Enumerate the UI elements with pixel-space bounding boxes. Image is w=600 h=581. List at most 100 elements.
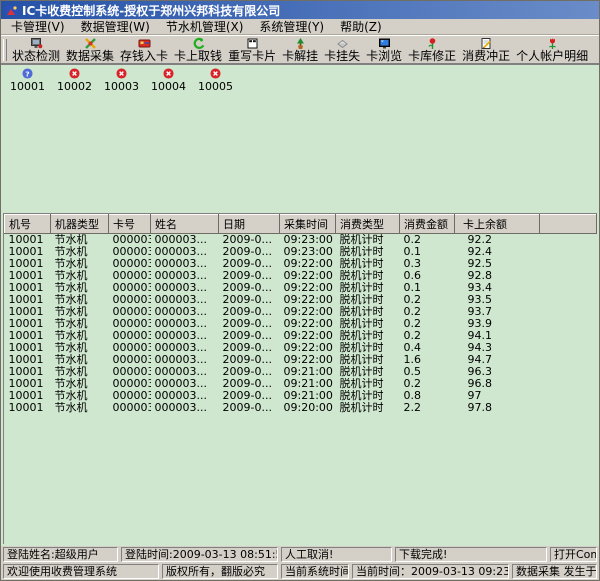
status-welcome: 欢迎使用收费管理系统	[3, 564, 159, 579]
withdraw-from-card-button[interactable]: 卡上取钱	[171, 37, 225, 63]
table-cell: 92.5	[455, 258, 540, 270]
column-header-machine-type[interactable]: 机器类型	[51, 215, 109, 234]
table-row[interactable]: 10001 节水机 000003 000003... 2009-0... 09:…	[5, 282, 597, 294]
machine-item-10004[interactable]: 10004	[145, 68, 192, 93]
table-row[interactable]: 10001 节水机 000003 000003... 2009-0... 09:…	[5, 354, 597, 366]
table-row[interactable]: 10001 节水机 000003 000003... 2009-0... 09:…	[5, 294, 597, 306]
table-cell: 000003...	[151, 234, 219, 247]
table-cell: 脱机计时	[336, 306, 400, 318]
menu-machine-management[interactable]: 节水机管理(X)	[158, 19, 252, 34]
table-cell: 09:21:00	[280, 366, 336, 378]
table-cell	[540, 366, 597, 378]
data-collect-button[interactable]: 数据采集	[63, 37, 117, 63]
table-cell: 2009-0...	[219, 234, 280, 247]
rewrite-card-button[interactable]: 重写卡片	[225, 37, 279, 63]
table-cell: 脱机计时	[336, 330, 400, 342]
table-cell: 节水机	[51, 246, 109, 258]
table-cell: 节水机	[51, 318, 109, 330]
personal-account-detail-button[interactable]: 个人帐户明细	[513, 37, 591, 63]
toolbar-button-label: 数据采集	[66, 50, 114, 63]
table-row[interactable]: 10001 节水机 000003 000003... 2009-0... 09:…	[5, 330, 597, 342]
table-cell: 10001	[5, 318, 51, 330]
toolbar-gripper[interactable]	[3, 39, 7, 61]
machine-id-label: 10002	[57, 80, 92, 93]
table-cell: 节水机	[51, 378, 109, 390]
menu-bar: 卡管理(V) 数据管理(W) 节水机管理(X) 系统管理(Y) 帮助(Z)	[1, 19, 599, 35]
column-header-name[interactable]: 姓名	[151, 215, 219, 234]
machine-item-10002[interactable]: 10002	[51, 68, 98, 93]
error-status-icon	[116, 68, 127, 79]
menu-help[interactable]: 帮助(Z)	[332, 19, 390, 34]
column-header-collect-time[interactable]: 采集时间	[280, 215, 336, 234]
deposit-to-card-button[interactable]: 存钱入卡	[117, 37, 171, 63]
table-cell: 节水机	[51, 270, 109, 282]
table-cell: 2009-0...	[219, 354, 280, 366]
column-header-machine-no[interactable]: 机号	[5, 215, 51, 234]
table-row[interactable]: 10001 节水机 000003 000003... 2009-0... 09:…	[5, 366, 597, 378]
card-db-fix-button[interactable]: 卡库修正	[405, 37, 459, 63]
table-cell: 09:22:00	[280, 342, 336, 354]
table-cell: 97	[455, 390, 540, 402]
table-cell: 节水机	[51, 330, 109, 342]
table-cell: 09:22:00	[280, 282, 336, 294]
table-cell: 2009-0...	[219, 318, 280, 330]
table-body: 10001 节水机 000003 000003... 2009-0... 09:…	[5, 234, 597, 415]
column-header-card-no[interactable]: 卡号	[109, 215, 151, 234]
table-row[interactable]: 10001 节水机 000003 000003... 2009-0... 09:…	[5, 234, 597, 247]
table-cell	[540, 390, 597, 402]
table-row[interactable]: 10001 节水机 000003 000003... 2009-0... 09:…	[5, 306, 597, 318]
card-browse-button[interactable]: 卡浏览	[363, 37, 405, 63]
machine-id-label: 10003	[104, 80, 139, 93]
table-cell: 09:20:00	[280, 402, 336, 414]
table-cell: 脱机计时	[336, 294, 400, 306]
machine-item-10001[interactable]: ? 10001	[4, 68, 51, 93]
machine-item-10005[interactable]: 10005	[192, 68, 239, 93]
menu-card-management[interactable]: 卡管理(V)	[3, 19, 73, 34]
table-cell: 脱机计时	[336, 234, 400, 247]
card-unfreeze-button[interactable]: 卡解挂	[279, 37, 321, 63]
status-manual-cancel: 人工取消!	[281, 547, 392, 562]
status-login-time: 登陆时间:2009-03-13 08:51:56	[121, 547, 278, 562]
table-row[interactable]: 10001 节水机 000003 000003... 2009-0... 09:…	[5, 258, 597, 270]
error-status-icon	[210, 68, 221, 79]
charge-reverse-button[interactable]: 消费冲正	[459, 37, 513, 63]
card-report-loss-button[interactable]: 卡挂失	[321, 37, 363, 63]
error-status-icon	[163, 68, 174, 79]
toolbar: 状态检测 数据采集 存钱入卡	[1, 35, 599, 64]
table-row[interactable]: 10001 节水机 000003 000003... 2009-0... 09:…	[5, 270, 597, 282]
error-status-icon	[69, 68, 80, 79]
table-cell: 000003	[109, 354, 151, 366]
column-header-date[interactable]: 日期	[219, 215, 280, 234]
status-check-button[interactable]: 状态检测	[9, 37, 63, 63]
column-header-consume-type[interactable]: 消费类型	[336, 215, 400, 234]
client-area: ? 10001 10002	[1, 64, 599, 546]
table-cell	[540, 318, 597, 330]
table-cell: 000003	[109, 258, 151, 270]
table-cell: 0.8	[400, 390, 455, 402]
table-row[interactable]: 10001 节水机 000003 000003... 2009-0... 09:…	[5, 390, 597, 402]
menu-system-management[interactable]: 系统管理(Y)	[251, 19, 332, 34]
table-cell: 09:22:00	[280, 306, 336, 318]
table-row[interactable]: 10001 节水机 000003 000003... 2009-0... 09:…	[5, 378, 597, 390]
table-cell: 000003	[109, 306, 151, 318]
column-header-balance[interactable]: 卡上余额	[455, 215, 540, 234]
table-cell: 000003...	[151, 282, 219, 294]
table-cell	[540, 378, 597, 390]
status-data-collect-event: 数据采集 发生于2009	[512, 564, 597, 579]
table-cell: 000003...	[151, 246, 219, 258]
table-cell: 92.4	[455, 246, 540, 258]
column-header-amount[interactable]: 消费金额	[400, 215, 455, 234]
machine-item-10003[interactable]: 10003	[98, 68, 145, 93]
table-cell: 09:23:00	[280, 246, 336, 258]
menu-data-management[interactable]: 数据管理(W)	[73, 19, 158, 34]
table-cell: 2009-0...	[219, 246, 280, 258]
table-row[interactable]: 10001 节水机 000003 000003... 2009-0... 09:…	[5, 402, 597, 414]
table-cell: 2009-0...	[219, 366, 280, 378]
table-row[interactable]: 10001 节水机 000003 000003... 2009-0... 09:…	[5, 246, 597, 258]
table-cell: 000003	[109, 330, 151, 342]
table-cell: 10001	[5, 390, 51, 402]
title-bar: IC卡收费控制系统-授权于郑州兴邦科技有限公司	[1, 1, 599, 19]
svg-text:?: ?	[25, 69, 29, 78]
table-row[interactable]: 10001 节水机 000003 000003... 2009-0... 09:…	[5, 342, 597, 354]
table-row[interactable]: 10001 节水机 000003 000003... 2009-0... 09:…	[5, 318, 597, 330]
